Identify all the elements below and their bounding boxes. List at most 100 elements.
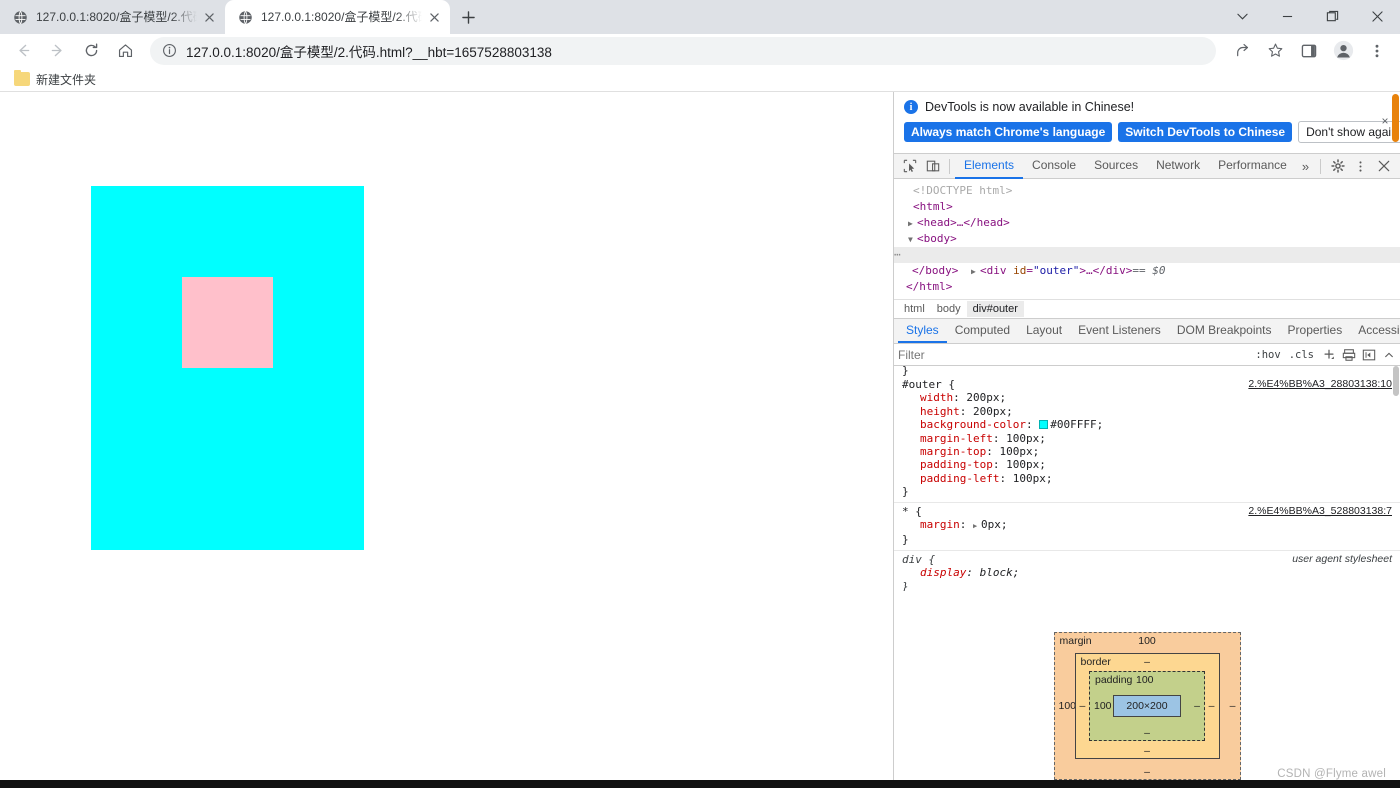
margin-bottom-value[interactable]: – [1055,766,1240,778]
toggle-sidebar-icon[interactable] [1360,346,1378,364]
avatar-icon[interactable] [1329,37,1357,65]
tab-performance[interactable]: Performance [1209,154,1296,179]
always-match-language-button[interactable]: Always match Chrome's language [904,122,1112,142]
devtools-scrollbar-thumb[interactable] [1392,94,1399,142]
box-model-border[interactable]: border – – – – padding 100 100 – – 200×2… [1075,653,1220,759]
hov-toggle[interactable]: :hov [1251,348,1284,362]
share-icon[interactable] [1227,37,1255,65]
css-rule-close: } [894,533,1400,546]
dom-line-div-outer[interactable]: ⋯▶<div id="outer">…</div>== $0 [894,247,1400,263]
new-tab-button[interactable] [454,3,482,31]
breadcrumb-div-outer[interactable]: div#outer [967,301,1024,317]
tab-elements[interactable]: Elements [955,154,1023,179]
expand-shorthand-icon[interactable]: ▶ [973,520,981,533]
css-rule-div-ua: user agent stylesheet div { display: blo… [894,551,1400,591]
browser-tab-1[interactable]: 127.0.0.1:8020/盒子模型/2.代码 [0,0,225,34]
tab-title: 127.0.0.1:8020/盒子模型/2.代码 [36,9,197,25]
styles-tab-bar: Styles Computed Layout Event Listeners D… [894,319,1400,344]
breadcrumb-body[interactable]: body [931,301,967,317]
css-declaration: display: block; [894,566,1400,579]
tab-favicon [12,9,28,25]
tab-computed[interactable]: Computed [947,319,1018,343]
css-rule-close: } [894,485,1400,498]
new-style-rule-icon[interactable] [1320,346,1338,364]
dom-line-body-close[interactable]: </body> [894,263,1400,279]
tab-dom-breakpoints[interactable]: DOM Breakpoints [1169,319,1280,343]
color-swatch[interactable] [1039,420,1048,429]
margin-left-value[interactable]: 100 [1059,700,1077,712]
switch-devtools-to-chinese-button[interactable]: Switch DevTools to Chinese [1118,122,1292,142]
dom-line-html-close[interactable]: </html> [894,279,1400,295]
css-source-link[interactable]: 2.%E4%BB%A3_528803138:7 [1248,505,1392,518]
banner-close-icon[interactable]: × [1378,114,1392,128]
tab-layout[interactable]: Layout [1018,319,1070,343]
breadcrumb-html[interactable]: html [898,301,931,317]
border-left-value[interactable]: – [1080,700,1086,712]
devtools-scrollbar[interactable] [1391,92,1400,780]
padding-top-value[interactable]: 100 [1136,674,1250,686]
truncated-rule-brace: } [894,366,1400,376]
filter-input[interactable] [898,345,1251,365]
tab-event-listeners[interactable]: Event Listeners [1070,319,1169,343]
url-text[interactable]: 127.0.0.1:8020/盒子模型/2.代码.html?__hbt=1657… [186,41,1210,61]
dom-line-head[interactable]: ▶<head>…</head> [894,215,1400,231]
tab-sources[interactable]: Sources [1085,154,1147,179]
minimize-button[interactable] [1265,0,1310,32]
bottom-edge [0,780,1400,788]
tab-strip: 127.0.0.1:8020/盒子模型/2.代码 127.0.0.1:8020/… [0,0,1400,34]
css-source-link[interactable]: 2.%E4%BB%A3_28803138:10 [1248,378,1392,391]
tab-network[interactable]: Network [1147,154,1209,179]
side-panel-icon[interactable] [1295,37,1323,65]
box-model-diagram: margin 100 100 – – border – – – – paddin… [894,632,1400,780]
dom-line-doctype[interactable]: <!DOCTYPE html> [894,183,1400,199]
bookmarks-bar: 新建文件夹 [0,67,1400,92]
maximize-button[interactable] [1310,0,1355,32]
tab-search-button[interactable] [1220,0,1265,32]
dom-line-html-open[interactable]: <html> [894,199,1400,215]
margin-top-value[interactable]: 100 [1055,635,1240,647]
box-model-padding[interactable]: padding 100 100 – – 200×200 [1089,671,1205,741]
gear-icon[interactable] [1326,155,1349,178]
more-tabs-icon[interactable]: » [1296,154,1315,179]
padding-left-value[interactable]: 100 [1094,700,1112,712]
address-bar[interactable]: 127.0.0.1:8020/盒子模型/2.代码.html?__hbt=1657… [150,37,1216,65]
padding-right-value[interactable]: – [1194,700,1200,712]
devtools-kebab-menu[interactable] [1349,155,1372,178]
tab-styles[interactable]: Styles [898,319,947,343]
padding-bottom-value[interactable]: – [1090,727,1204,739]
css-declaration: margin-left: 100px; [894,432,1400,445]
browser-tab-2[interactable]: 127.0.0.1:8020/盒子模型/2.代码 [225,0,450,34]
three-dot-menu[interactable] [1363,37,1391,65]
border-bottom-value[interactable]: – [1076,745,1219,757]
inspect-element-icon[interactable] [898,155,921,178]
cls-toggle[interactable]: .cls [1285,348,1318,362]
reload-button[interactable] [77,37,105,65]
close-window-button[interactable] [1355,0,1400,32]
bookmark-folder-item[interactable]: 新建文件夹 [8,69,102,89]
home-button[interactable] [111,37,139,65]
forward-button[interactable] [43,37,71,65]
page-info-icon[interactable] [160,42,178,60]
styles-filter-bar: :hov .cls [894,344,1400,366]
back-button[interactable] [9,37,37,65]
css-source-label: user agent stylesheet [1292,553,1392,566]
border-top-value[interactable]: – [1076,656,1219,668]
margin-right-value[interactable]: – [1230,700,1236,712]
box-model-content[interactable]: 200×200 [1113,695,1181,717]
tab-close-icon[interactable] [426,9,442,25]
star-icon[interactable] [1261,37,1289,65]
device-toolbar-icon[interactable] [921,155,944,178]
tab-console[interactable]: Console [1023,154,1085,179]
breadcrumb: html body div#outer [894,299,1400,319]
tab-properties[interactable]: Properties [1280,319,1351,343]
browser-window: 127.0.0.1:8020/盒子模型/2.代码 127.0.0.1:8020/… [0,0,1400,788]
print-styles-icon[interactable] [1340,346,1358,364]
css-declaration: margin-top: 100px; [894,445,1400,458]
border-right-value[interactable]: – [1209,700,1215,712]
dom-line-body-open[interactable]: ▼<body> [894,231,1400,247]
css-rule-universal: 2.%E4%BB%A3_528803138:7 * { margin: ▶0px… [894,503,1400,551]
tab-close-icon[interactable] [201,9,217,25]
dom-badge-dots[interactable]: ⋯ [894,247,901,263]
box-model-margin[interactable]: margin 100 100 – – border – – – – paddin… [1054,632,1241,780]
css-declaration: width: 200px; [894,391,1400,404]
